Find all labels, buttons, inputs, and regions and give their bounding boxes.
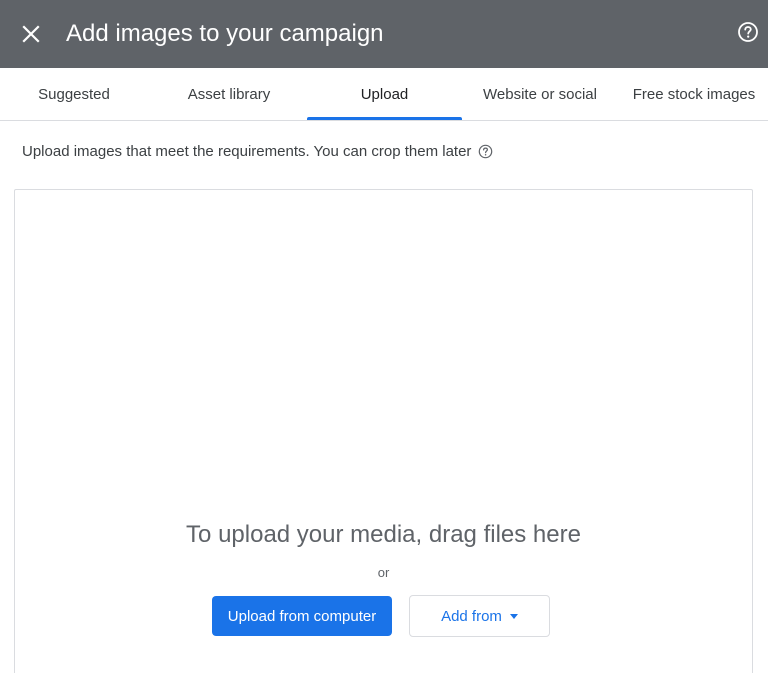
drop-prompt: To upload your media, drag files here — [186, 521, 581, 548]
instruction-text: Upload images that meet the requirements… — [22, 143, 472, 160]
requirements-help-button[interactable] — [477, 144, 493, 160]
upload-from-computer-button[interactable]: Upload from computer — [212, 596, 392, 636]
add-from-label: Add from — [441, 607, 502, 625]
help-button[interactable] — [735, 19, 761, 45]
caret-down-icon — [509, 613, 518, 619]
add-from-button[interactable]: Add from — [409, 595, 550, 637]
close-icon — [22, 25, 40, 43]
file-drop-zone[interactable]: To upload your media, drag files here or… — [14, 189, 753, 673]
active-tab-indicator — [307, 117, 462, 120]
dialog-title: Add images to your campaign — [66, 20, 384, 47]
tab-free-stock-images[interactable]: Free stock images — [620, 68, 768, 120]
upload-images-dialog: Add images to your campaign Suggested As… — [0, 0, 768, 673]
upload-from-computer-label: Upload from computer — [227, 607, 377, 625]
help-circle-icon — [738, 22, 758, 42]
tab-asset-library[interactable]: Asset library — [153, 68, 305, 120]
upload-instructions: Upload images that meet the requirements… — [22, 143, 493, 160]
help-circle-icon — [478, 144, 493, 159]
tab-website-or-social[interactable]: Website or social — [464, 68, 616, 120]
close-button[interactable] — [14, 17, 48, 51]
tab-bar: Suggested Asset library Upload Website o… — [0, 68, 768, 121]
tab-upload[interactable]: Upload — [307, 68, 462, 120]
tab-suggested[interactable]: Suggested — [0, 68, 148, 120]
or-separator: or — [377, 565, 390, 580]
dialog-header: Add images to your campaign — [0, 0, 768, 68]
